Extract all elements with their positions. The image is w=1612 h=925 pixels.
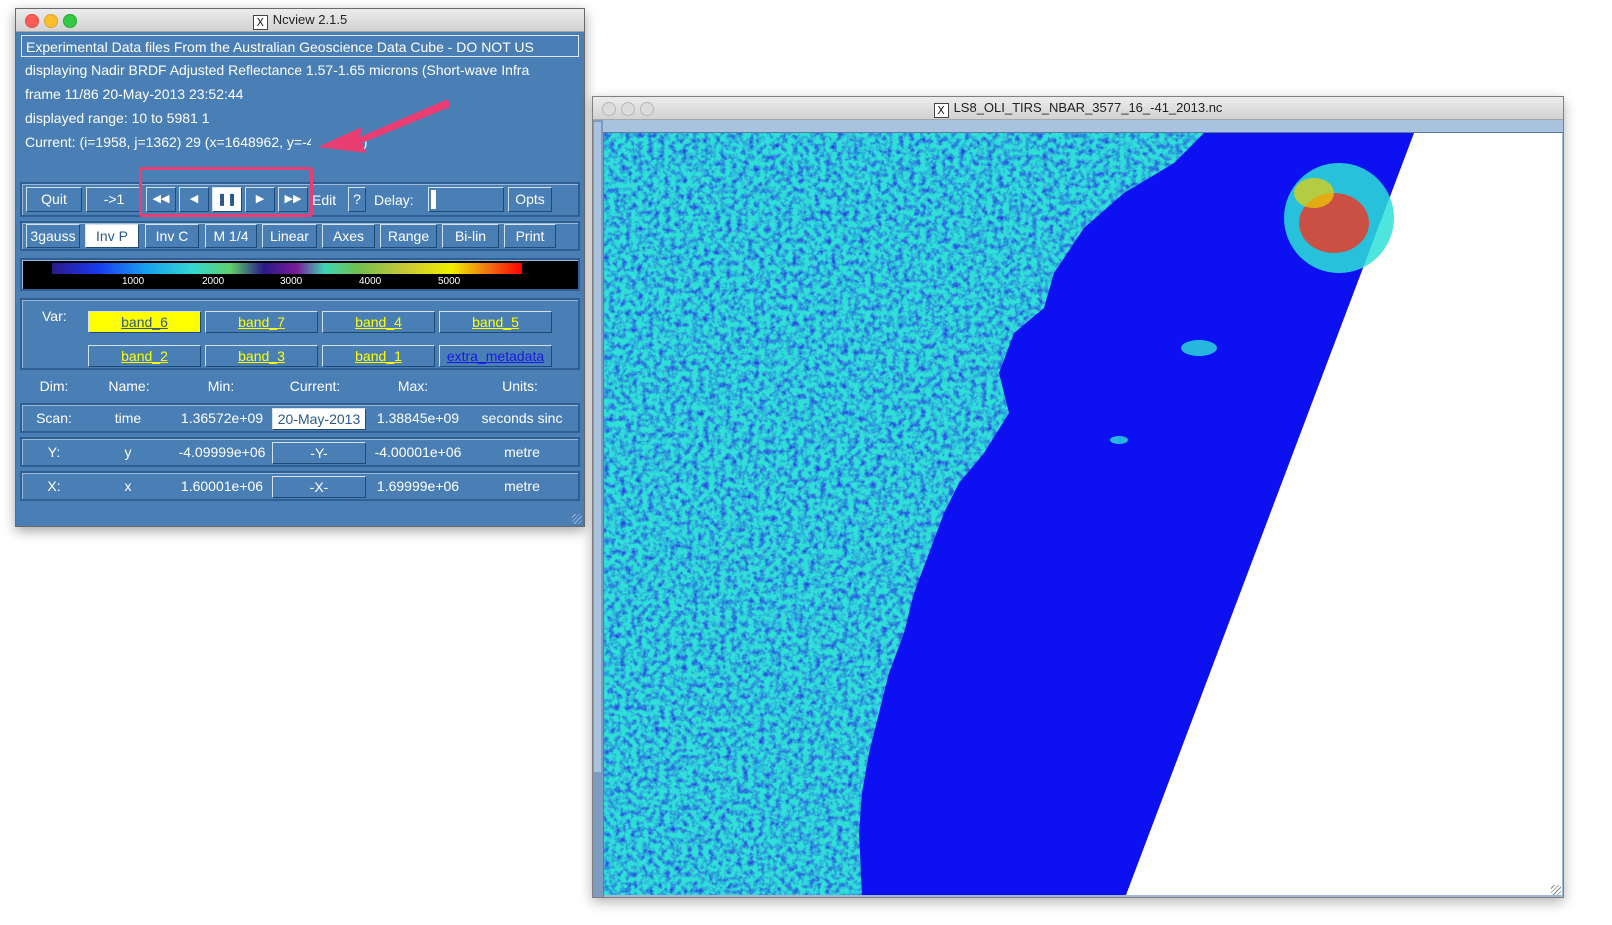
delay-slider-thumb[interactable]	[431, 190, 436, 209]
horizontal-scrollbar[interactable]	[603, 120, 1563, 133]
colorbar-tick-label: 2000	[202, 276, 225, 287]
option-button[interactable]: Linear	[262, 224, 317, 248]
colorbar-tick-label: 1000	[122, 276, 145, 287]
close-window-button[interactable]	[25, 14, 39, 28]
dimension-max-cell: -4.00001e+06	[374, 444, 462, 460]
annotation-arrow	[318, 99, 450, 153]
dimension-name-cell: x	[124, 478, 132, 494]
vertical-scrollbar[interactable]	[593, 120, 604, 897]
variable-button-band-2[interactable]: band_2	[88, 345, 201, 367]
variable-button-extra-metadata[interactable]: extra_metadata	[439, 345, 552, 367]
dimension-header-cell: Units:	[502, 378, 538, 394]
opts-button[interactable]: Opts	[508, 187, 552, 212]
image-titlebar: X LS8_OLI_TIRS_NBAR_3577_16_-41_2013.nc	[593, 97, 1563, 120]
dimension-max-cell: 1.69999e+06	[376, 478, 460, 494]
var-label: Var:	[42, 308, 67, 324]
info-current-line: Current: (i=1958, j=1362) 29 (x=1648962,…	[25, 134, 311, 150]
zoom-window-button[interactable]	[640, 102, 654, 116]
delay-label: Delay:	[374, 192, 414, 208]
option-button[interactable]: M 1/4	[205, 224, 257, 248]
goto-first-button[interactable]: ->1	[86, 187, 142, 212]
dimension-dim-cell: X:	[47, 478, 61, 494]
dimension-current-button[interactable]: 20-May-2013	[272, 408, 366, 430]
option-button[interactable]: Print	[504, 224, 556, 248]
dimension-header-cell: Current:	[289, 378, 341, 394]
dimension-current-button[interactable]: -Y-	[272, 442, 366, 464]
quit-button[interactable]: Quit	[26, 187, 82, 212]
dimension-units-cell: metre	[504, 478, 540, 494]
x11-icon: X	[252, 15, 268, 30]
annotation-arrow-shape	[318, 99, 450, 153]
options-row: 3gauss Inv P Inv CM 1/4 Linear Axes Range Bi-l…	[20, 221, 580, 251]
zoom-window-button[interactable]	[63, 14, 77, 28]
dimension-current-button[interactable]: -X-	[272, 476, 366, 498]
dimension-header-cell: Min:	[207, 378, 235, 394]
option-button[interactable]: Inv C	[145, 224, 199, 248]
variable-button-band-6[interactable]: band_6	[88, 311, 201, 333]
control-titlebar: X Ncview 2.1.5	[16, 9, 584, 32]
colorbar-gradient	[52, 263, 522, 274]
variable-button-band-5[interactable]: band_5	[439, 311, 552, 333]
dimension-header-cell: Name:	[108, 378, 150, 394]
delay-slider[interactable]	[428, 187, 504, 212]
x11-icon: X	[933, 103, 949, 118]
image-window-title: LS8_OLI_TIRS_NBAR_3577_16_-41_2013.nc	[953, 100, 1223, 115]
colorbar-tick-label: 5000	[438, 276, 461, 287]
dimension-dim-cell: Y:	[47, 444, 61, 460]
minimize-window-button[interactable]	[44, 14, 58, 28]
dimension-row: X: x 1.60001e+06 -X- 1.69999e+06 metre	[20, 471, 580, 501]
dimension-dim-cell: Scan:	[36, 410, 72, 426]
dimension-min-cell: 1.36572e+09	[180, 410, 264, 426]
dimension-row: Scan: time 1.36572e+09 20-May-2013 1.38845e+…	[20, 403, 580, 433]
vertical-scroll-thumb[interactable]	[594, 122, 601, 772]
colorbar-panel: 1000 2000 3000 4000 5000	[20, 258, 580, 291]
dimension-row: Y: y -4.09999e+06 -Y- -4.00001e+06 metre	[20, 437, 580, 467]
resize-grip[interactable]	[1551, 885, 1561, 895]
dimension-name-cell: y	[124, 444, 132, 460]
dimension-header: Dim: Name: Min: Current: Max: Units:	[20, 375, 580, 397]
dimension-min-cell: 1.60001e+06	[180, 478, 264, 494]
edit-button[interactable]: Edit	[312, 190, 336, 210]
dimension-min-cell: -4.09999e+06	[178, 444, 266, 460]
variable-button-band-4[interactable]: band_4	[322, 311, 435, 333]
dimension-units-cell: seconds sinc	[481, 410, 563, 426]
dimension-header-cell: Dim:	[39, 378, 69, 394]
colorbar-tick-label: 3000	[280, 276, 303, 287]
dimension-max-cell: 1.38845e+09	[376, 410, 460, 426]
variable-button-band-1[interactable]: band_1	[322, 345, 435, 367]
option-button[interactable]: Inv P	[85, 224, 139, 248]
dimension-units-cell: metre	[504, 444, 540, 460]
image-window: X LS8_OLI_TIRS_NBAR_3577_16_-41_2013.nc	[592, 96, 1564, 898]
resize-grip[interactable]	[572, 514, 582, 524]
close-window-button[interactable]	[602, 102, 616, 116]
variable-button-band-7[interactable]: band_7	[205, 311, 318, 333]
variable-button-band-3[interactable]: band_3	[205, 345, 318, 367]
minimize-window-button[interactable]	[621, 102, 635, 116]
colorbar-tick-label: 4000	[359, 276, 382, 287]
option-button[interactable]: Range	[380, 224, 437, 248]
window-title: Ncview 2.1.5	[272, 12, 348, 27]
option-button[interactable]: 3gauss	[26, 224, 80, 248]
satellite-image[interactable]	[604, 133, 1562, 895]
info-displaying-line: displaying Nadir BRDF Adjusted Reflectan…	[25, 62, 530, 78]
annotation-highlight-box	[139, 167, 313, 217]
info-title-line: Experimental Data files From the Austral…	[21, 35, 579, 57]
dimension-header-cell: Max:	[397, 378, 429, 394]
variable-panel: Var: band_6 band_7 band_4 band_5 band_2 band_…	[20, 298, 580, 370]
option-button[interactable]: Axes	[322, 224, 375, 248]
option-button[interactable]: Bi-lin	[442, 224, 499, 248]
dimension-name-cell: time	[114, 410, 142, 426]
help-button[interactable]: ?	[348, 187, 366, 212]
